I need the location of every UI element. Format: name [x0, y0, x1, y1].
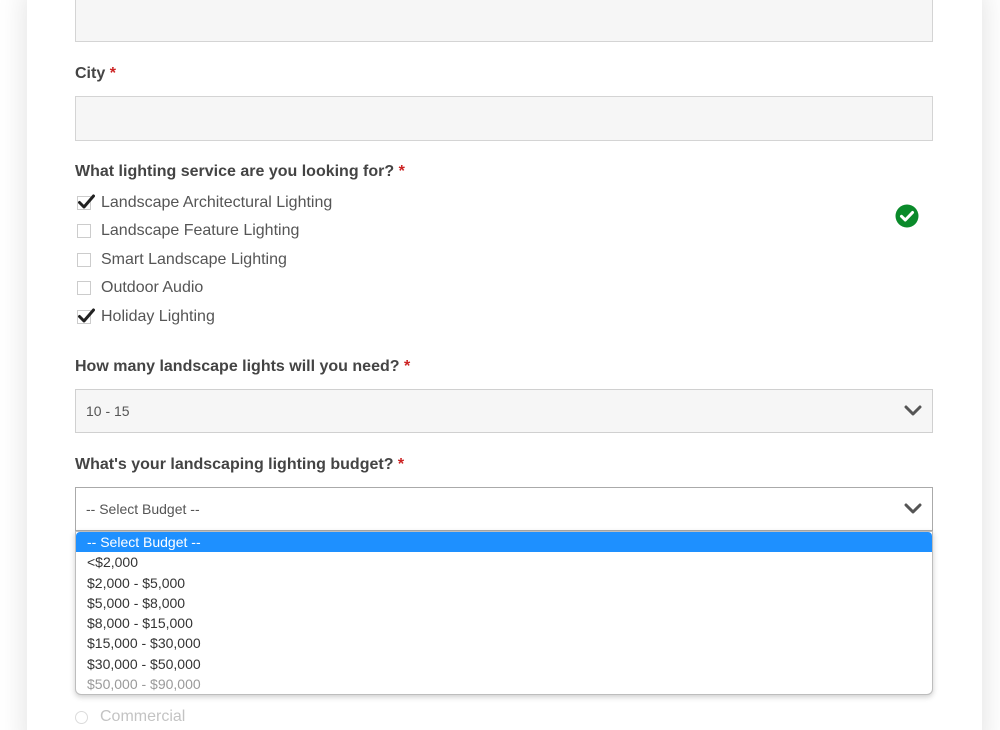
previous-field-input[interactable]	[75, 0, 933, 42]
checkmark-icon	[78, 308, 95, 323]
city-label: City *	[75, 65, 116, 82]
service-option-label: Outdoor Audio	[101, 279, 204, 296]
radio-label: Commercial	[100, 708, 186, 725]
service-option[interactable]: Smart Landscape Lighting	[77, 249, 287, 271]
chevron-down-icon	[904, 405, 922, 416]
required-mark: *	[397, 456, 405, 473]
budget-select-value: -- Select Budget --	[86, 501, 200, 517]
required-mark: *	[403, 358, 411, 375]
budget-option[interactable]: $50,000 - $90,000	[76, 674, 932, 694]
budget-option[interactable]: <$2,000	[76, 552, 932, 572]
lights-count-value: 10 - 15	[86, 403, 130, 419]
check-circle-icon	[895, 204, 919, 228]
lights-count-select[interactable]: 10 - 15	[75, 389, 933, 433]
city-input[interactable]	[75, 96, 933, 141]
service-option[interactable]: Landscape Feature Lighting	[77, 220, 299, 242]
budget-select[interactable]: -- Select Budget --	[75, 487, 933, 531]
radio-icon	[75, 710, 88, 724]
lighting-service-label: What lighting service are you looking fo…	[75, 163, 405, 180]
budget-option[interactable]: $15,000 - $30,000	[76, 633, 932, 653]
property-type-option-commercial[interactable]: Commercial	[75, 708, 185, 726]
lights-count-label: How many landscape lights will you need?…	[75, 358, 411, 375]
budget-option[interactable]: $5,000 - $8,000	[76, 593, 932, 613]
checkmark-icon	[78, 194, 95, 209]
chevron-down-icon	[904, 503, 922, 514]
required-mark: *	[398, 163, 405, 180]
budget-option[interactable]: $8,000 - $15,000	[76, 613, 932, 633]
checkbox[interactable]	[77, 253, 91, 267]
budget-option[interactable]: $2,000 - $5,000	[76, 573, 932, 593]
budget-label: What's your landscaping lighting budget?…	[75, 456, 405, 473]
budget-option[interactable]: $30,000 - $50,000	[76, 654, 932, 674]
checkbox[interactable]	[77, 224, 91, 238]
checkbox-checked[interactable]	[77, 194, 95, 210]
budget-option-selected[interactable]: -- Select Budget --	[76, 532, 932, 553]
service-option-label: Smart Landscape Lighting	[101, 251, 287, 268]
service-option[interactable]: Holiday Lighting	[77, 306, 215, 328]
service-option-label: Landscape Architectural Lighting	[101, 194, 333, 211]
required-mark: *	[109, 65, 116, 82]
service-option-label: Holiday Lighting	[101, 308, 215, 325]
service-option-label: Landscape Feature Lighting	[101, 222, 300, 239]
page: City * What lighting service are you loo…	[0, 0, 1000, 730]
budget-dropdown-list[interactable]: -- Select Budget -- <$2,000 $2,000 - $5,00…	[75, 531, 933, 695]
service-option[interactable]: Landscape Architectural Lighting	[77, 192, 332, 214]
checkbox[interactable]	[77, 281, 91, 295]
service-option[interactable]: Outdoor Audio	[77, 277, 203, 299]
checkbox-checked[interactable]	[77, 308, 95, 324]
